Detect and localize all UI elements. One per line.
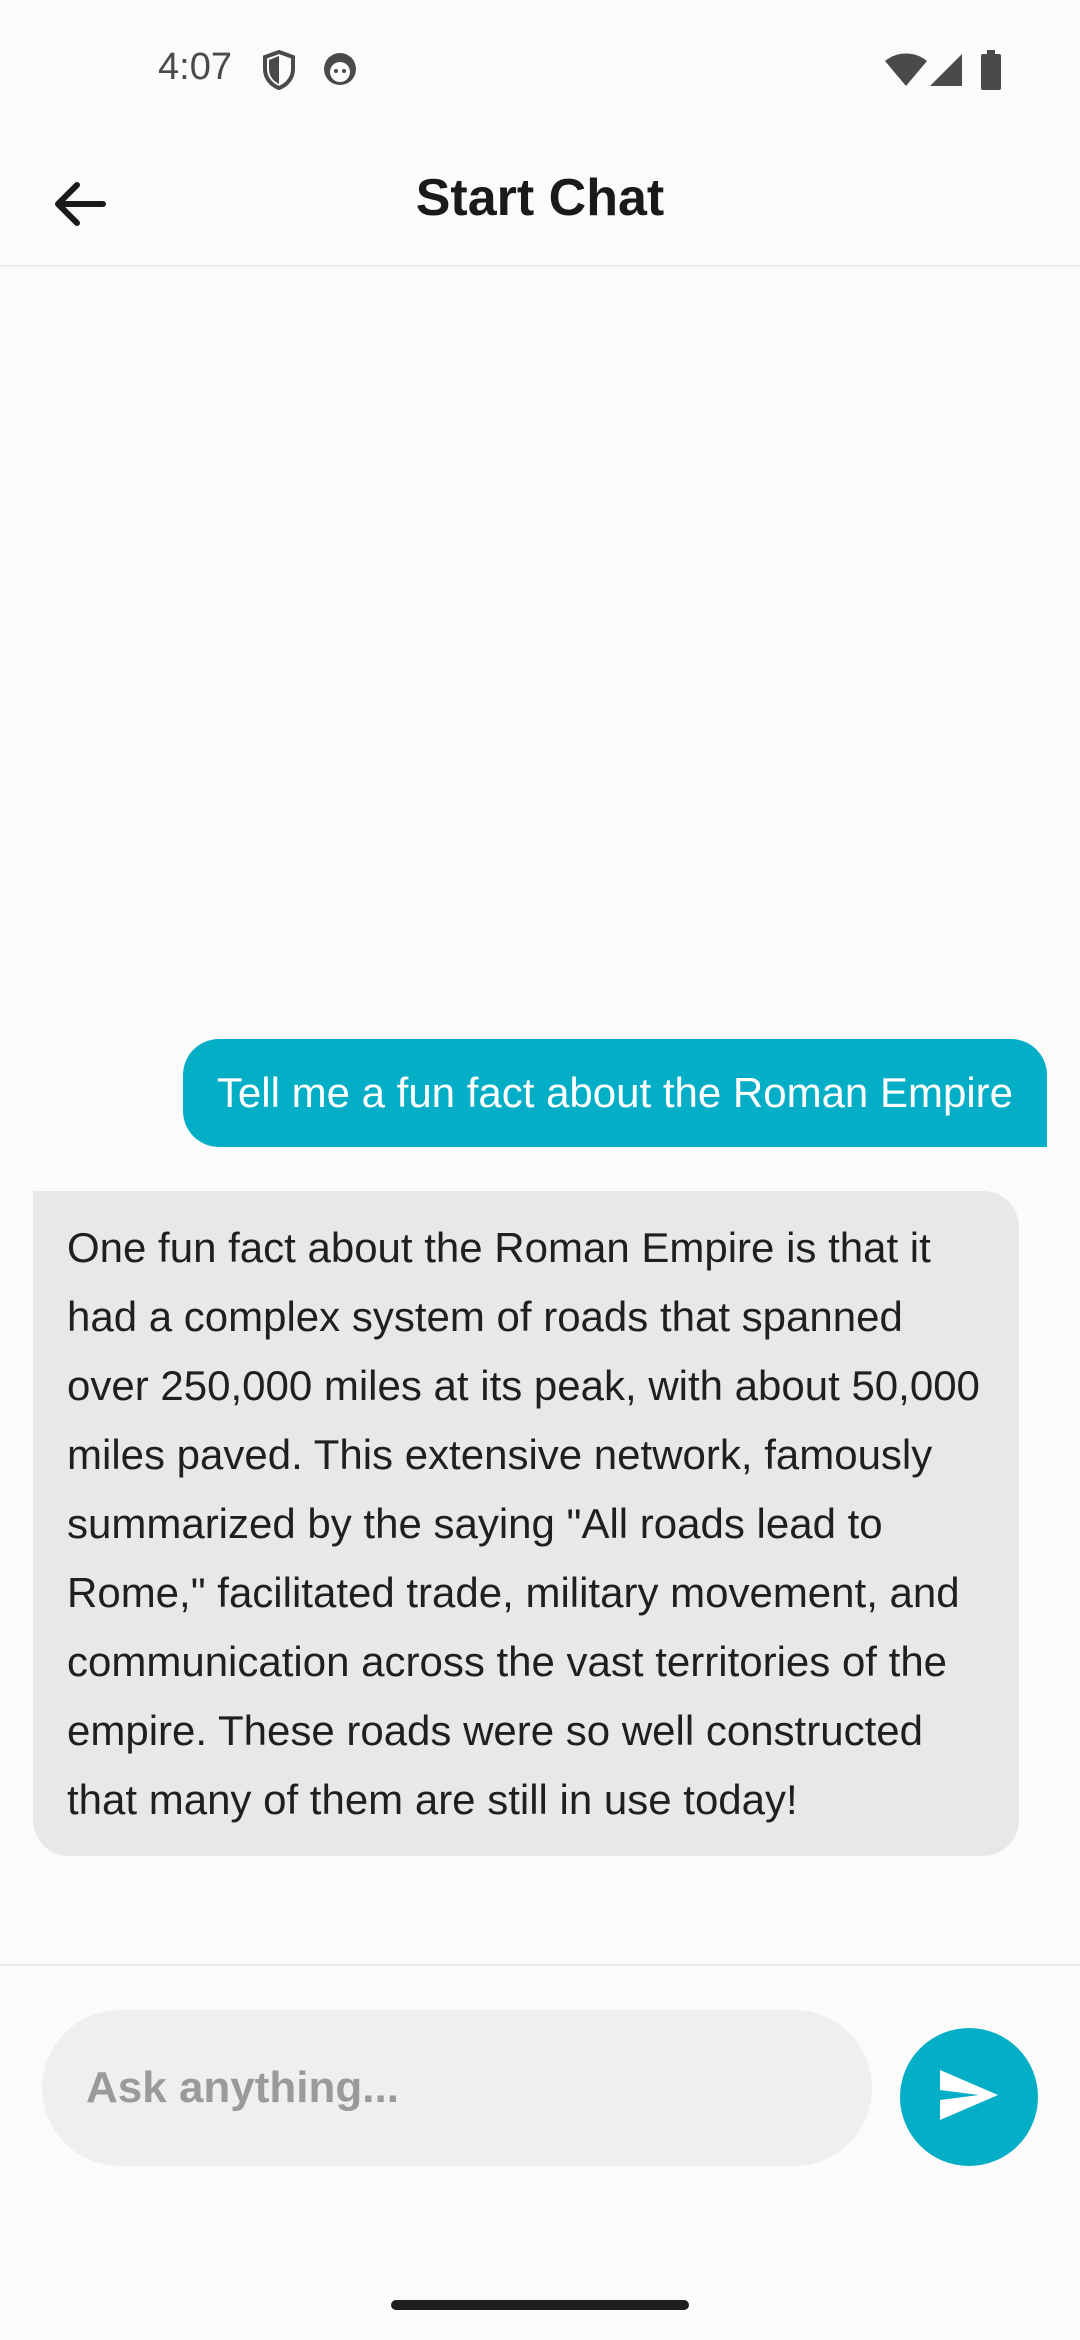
send-button[interactable] bbox=[900, 2028, 1038, 2166]
assistant-message-bubble: One fun fact about the Roman Empire is t… bbox=[33, 1191, 1019, 1856]
signal-icon bbox=[928, 52, 964, 93]
chat-message-list[interactable]: Tell me a fun fact about the Roman Empir… bbox=[0, 267, 1080, 1963]
user-message-bubble: Tell me a fun fact about the Roman Empir… bbox=[182, 1039, 1047, 1147]
app-bar: Start Chat bbox=[0, 140, 1080, 267]
wifi-icon bbox=[884, 52, 928, 93]
status-time: 4:07 bbox=[158, 46, 232, 88]
page-title: Start Chat bbox=[415, 169, 665, 227]
shield-icon bbox=[262, 49, 296, 95]
gesture-nav-handle[interactable] bbox=[391, 2300, 689, 2310]
face-icon bbox=[321, 50, 359, 93]
status-bar: 4:07 bbox=[0, 0, 1080, 140]
battery-icon bbox=[980, 50, 1002, 95]
send-icon bbox=[937, 2067, 1001, 2128]
message-composer bbox=[0, 1964, 1080, 2166]
message-input[interactable] bbox=[42, 2010, 872, 2166]
chat-screen: 4:07 Start Chat Tell me a fun fact about… bbox=[0, 0, 1080, 2340]
